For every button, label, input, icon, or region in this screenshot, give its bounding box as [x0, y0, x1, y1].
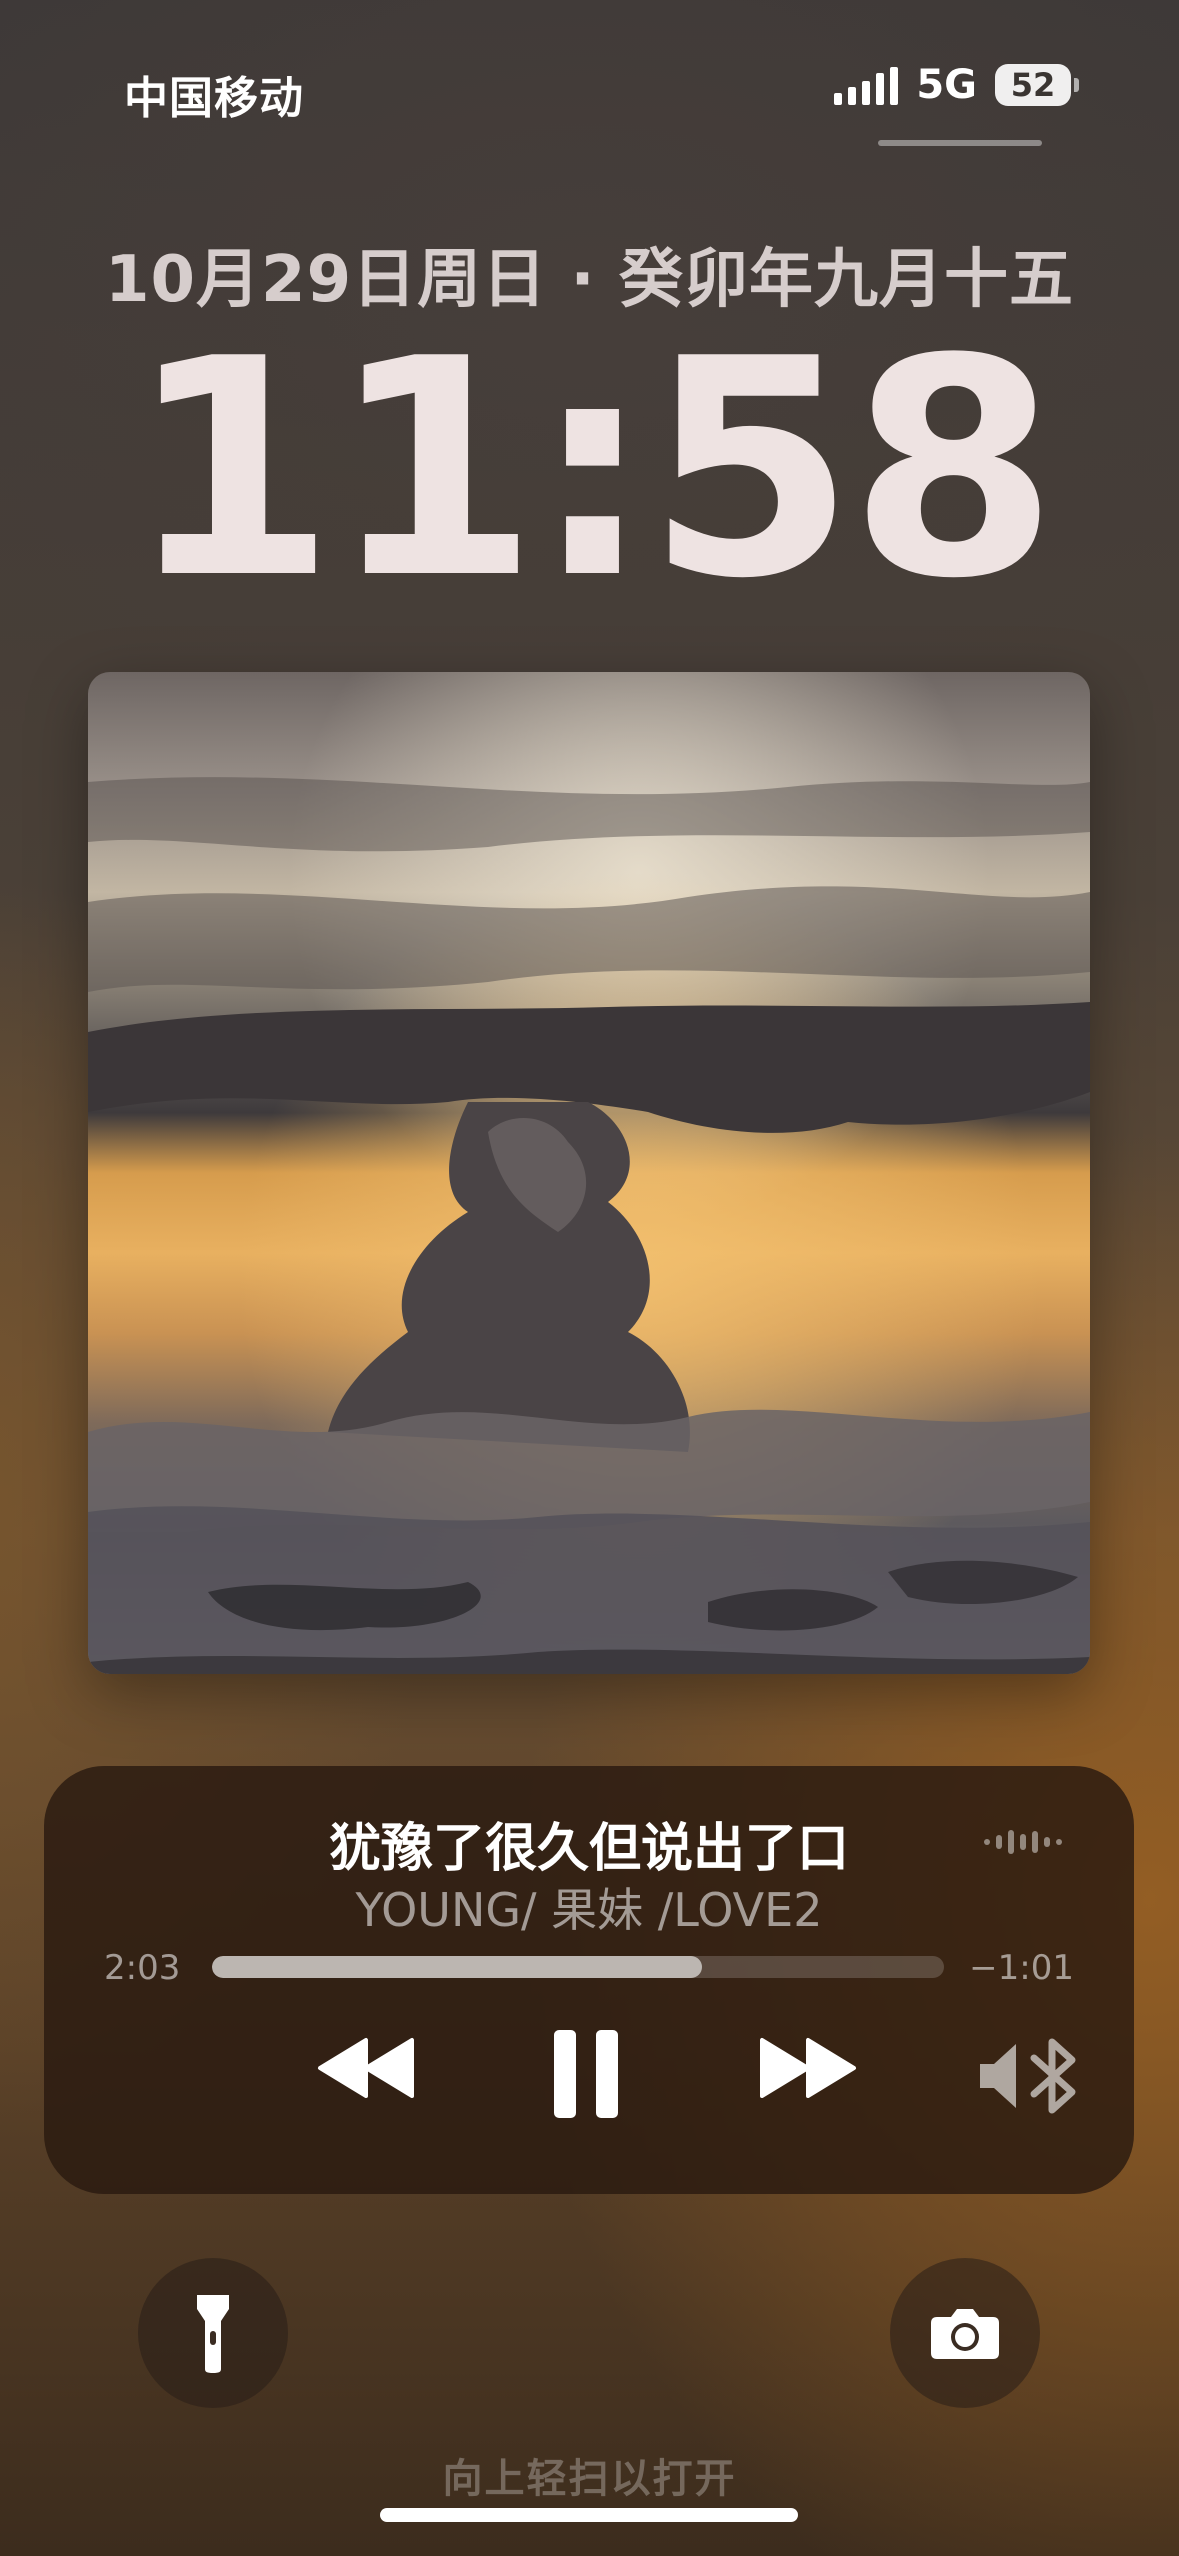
- bluetooth-audio-icon: [980, 2038, 1076, 2114]
- audio-waveform-icon: [984, 1830, 1062, 1854]
- pause-icon: [554, 2030, 618, 2118]
- flashlight-icon: [197, 2295, 229, 2373]
- rewind-icon: [318, 2038, 414, 2098]
- pause-button[interactable]: [550, 2028, 622, 2120]
- rewind-button[interactable]: [316, 2036, 416, 2100]
- fast-forward-icon: [760, 2038, 856, 2098]
- camera-button[interactable]: [890, 2258, 1040, 2408]
- album-artwork[interactable]: [88, 672, 1090, 1674]
- audio-output-button[interactable]: [976, 2036, 1080, 2116]
- song-artist: YOUNG/ 果妹 /LOVE2: [355, 1883, 823, 1937]
- battery-level: 52: [995, 64, 1071, 106]
- battery-icon: 52: [995, 64, 1079, 106]
- lock-screen-clock: 11:58: [127, 295, 1058, 644]
- signal-icon: [834, 65, 899, 105]
- playback-scrubber[interactable]: [212, 1956, 944, 1978]
- playback-progress-fill: [212, 1956, 703, 1978]
- status-indicators: 5G 52: [834, 62, 1079, 108]
- home-indicator[interactable]: [380, 2508, 798, 2522]
- album-artwork-image: [88, 672, 1090, 1674]
- carrier-name: 中国移动: [124, 73, 304, 124]
- flashlight-button[interactable]: [138, 2258, 288, 2408]
- elapsed-time: 2:03: [104, 1948, 181, 1988]
- control-center-indicator[interactable]: [878, 140, 1042, 146]
- camera-icon: [931, 2309, 999, 2359]
- remaining-time: −1:01: [969, 1948, 1074, 1988]
- swipe-up-hint: 向上轻扫以打开: [442, 2456, 737, 2502]
- fast-forward-button[interactable]: [758, 2036, 858, 2100]
- now-playing-widget[interactable]: 犹豫了很久但说出了口 YOUNG/ 果妹 /LOVE2 2:03 −1:01: [44, 1766, 1134, 2194]
- song-title: 犹豫了很久但说出了口: [328, 1819, 849, 1879]
- network-type: 5G: [916, 62, 977, 108]
